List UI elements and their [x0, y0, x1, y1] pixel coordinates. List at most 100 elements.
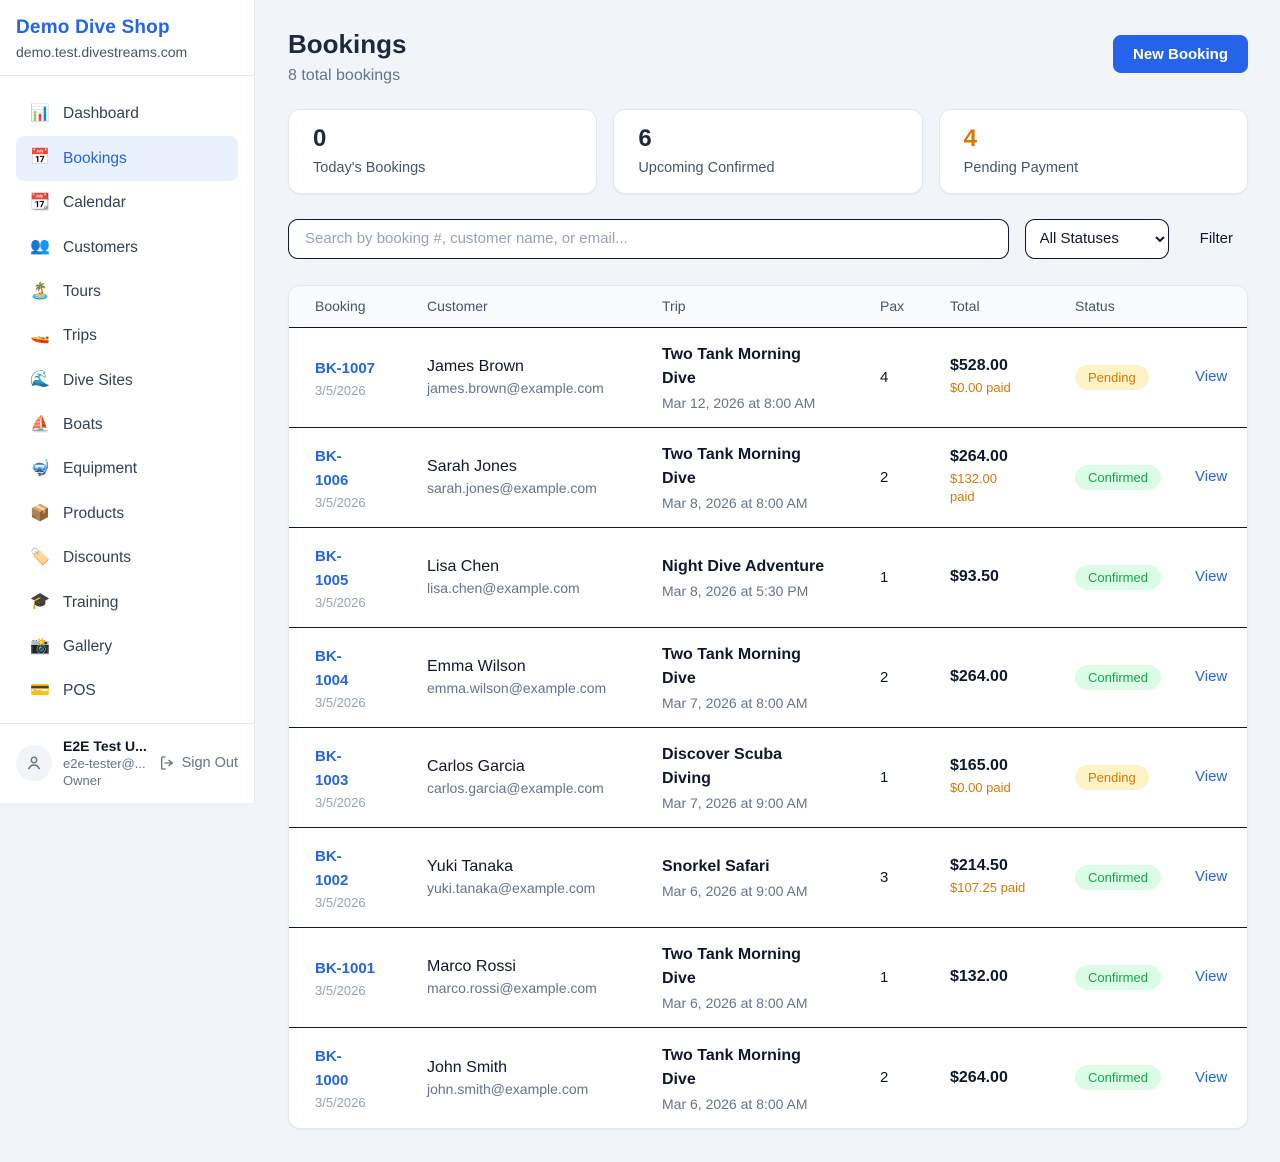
- table-row: BK-1007 3/5/2026 James Brown james.brown…: [289, 328, 1247, 428]
- booking-cell: BK-1003 3/5/2026: [315, 745, 427, 810]
- table-row: BK-1001 3/5/2026 Marco Rossi marco.rossi…: [289, 928, 1247, 1028]
- sidebar-item-dashboard[interactable]: 📊 Dashboard: [16, 92, 238, 136]
- customer-name: Sarah Jones: [427, 458, 662, 476]
- view-link[interactable]: View: [1195, 468, 1227, 485]
- graduation-cap-icon: 🎓: [30, 591, 50, 613]
- stat-value: 0: [313, 125, 572, 154]
- customer-cell: Lisa Chen lisa.chen@example.com: [427, 558, 662, 596]
- stats-row: 0 Today's Bookings 6 Upcoming Confirmed …: [288, 109, 1248, 194]
- person-icon: [25, 754, 43, 772]
- trip-cell: Night Dive Adventure Mar 8, 2026 at 5:30…: [662, 555, 880, 599]
- status-badge: Confirmed: [1075, 865, 1161, 890]
- booking-date: 3/5/2026: [315, 383, 427, 398]
- paid-amount: $0.00 paid: [950, 779, 1075, 798]
- total-cell: $165.00 $0.00 paid: [950, 757, 1075, 798]
- view-link[interactable]: View: [1195, 1069, 1227, 1086]
- column-header-pax: Pax: [880, 298, 950, 314]
- pax-cell: 2: [880, 469, 950, 486]
- search-input[interactable]: [288, 219, 1009, 259]
- booking-cell: BK-1000 3/5/2026: [315, 1045, 427, 1110]
- bookings-table: BookingCustomerTripPaxTotalStatus BK-100…: [288, 285, 1248, 1129]
- view-link[interactable]: View: [1195, 968, 1227, 985]
- pax-cell: 1: [880, 569, 950, 586]
- sidebar-item-trips[interactable]: 🚤 Trips: [16, 314, 238, 358]
- page-title-block: Bookings 8 total bookings: [288, 30, 406, 85]
- credit-card-icon: 💳: [30, 680, 50, 702]
- sidebar-item-customers[interactable]: 👥 Customers: [16, 225, 238, 269]
- sidebar-item-calendar[interactable]: 📆 Calendar: [16, 181, 238, 225]
- booking-id-link[interactable]: BK-1003: [315, 745, 357, 793]
- status-filter-select[interactable]: All Statuses: [1025, 219, 1169, 259]
- view-cell: View: [1195, 968, 1231, 986]
- booking-id-link[interactable]: BK-1001: [315, 957, 375, 981]
- trip-datetime: Mar 6, 2026 at 8:00 AM: [662, 1096, 880, 1112]
- tag-icon: 🏷️: [30, 547, 50, 569]
- status-badge: Pending: [1075, 765, 1149, 790]
- table-row: BK-1005 3/5/2026 Lisa Chen lisa.chen@exa…: [289, 528, 1247, 628]
- total-cell: $214.50 $107.25 paid: [950, 857, 1075, 898]
- sign-out-label: Sign Out: [182, 755, 238, 771]
- trip-cell: Two Tank Morning Dive Mar 12, 2026 at 8:…: [662, 343, 880, 411]
- sidebar-user-section: E2E Test U... e2e-tester@... Owner Sign …: [0, 723, 254, 803]
- trip-cell: Discover Scuba Diving Mar 7, 2026 at 9:0…: [662, 743, 880, 811]
- trip-datetime: Mar 7, 2026 at 9:00 AM: [662, 795, 880, 811]
- table-row: BK-1004 3/5/2026 Emma Wilson emma.wilson…: [289, 628, 1247, 728]
- stat-card-upcoming-confirmed: 6 Upcoming Confirmed: [613, 109, 922, 194]
- status-cell: Confirmed: [1075, 965, 1195, 990]
- view-link[interactable]: View: [1195, 368, 1227, 385]
- view-link[interactable]: View: [1195, 768, 1227, 785]
- page-title: Bookings: [288, 30, 406, 60]
- bar-chart-icon: 📊: [30, 103, 50, 125]
- booking-id-link[interactable]: BK-1007: [315, 357, 375, 381]
- booking-id-link[interactable]: BK-1000: [315, 1045, 357, 1093]
- sidebar-header: Demo Dive Shop demo.test.divestreams.com: [0, 0, 254, 76]
- booking-id-link[interactable]: BK-1006: [315, 445, 357, 493]
- trip-datetime: Mar 7, 2026 at 8:00 AM: [662, 695, 880, 711]
- total-amount: $264.00: [950, 668, 1075, 686]
- sidebar-item-tours[interactable]: 🏝️ Tours: [16, 270, 238, 314]
- booking-id-link[interactable]: BK-1005: [315, 545, 357, 593]
- sidebar-item-discounts[interactable]: 🏷️ Discounts: [16, 536, 238, 580]
- sidebar-item-equipment[interactable]: 🤿 Equipment: [16, 447, 238, 491]
- sign-out-button[interactable]: Sign Out: [159, 755, 238, 771]
- trip-name: Night Dive Adventure: [662, 555, 834, 579]
- booking-date: 3/5/2026: [315, 595, 427, 610]
- status-cell: Pending: [1075, 365, 1195, 390]
- view-link[interactable]: View: [1195, 668, 1227, 685]
- shop-domain: demo.test.divestreams.com: [16, 44, 238, 60]
- paid-amount: $0.00 paid: [950, 379, 1075, 398]
- customer-email: john.smith@example.com: [427, 1081, 662, 1097]
- trip-cell: Two Tank Morning Dive Mar 7, 2026 at 8:0…: [662, 643, 880, 711]
- new-booking-button[interactable]: New Booking: [1113, 35, 1248, 73]
- status-cell: Confirmed: [1075, 865, 1195, 890]
- sidebar-item-training[interactable]: 🎓 Training: [16, 580, 238, 624]
- sidebar-item-bookings[interactable]: 📅 Bookings: [16, 136, 238, 180]
- trip-datetime: Mar 8, 2026 at 8:00 AM: [662, 495, 880, 511]
- package-icon: 📦: [30, 503, 50, 525]
- view-link[interactable]: View: [1195, 868, 1227, 885]
- customer-cell: Yuki Tanaka yuki.tanaka@example.com: [427, 858, 662, 896]
- status-cell: Confirmed: [1075, 465, 1195, 490]
- sidebar-item-pos[interactable]: 💳 POS: [16, 669, 238, 713]
- pax-cell: 3: [880, 869, 950, 886]
- sidebar-item-dive-sites[interactable]: 🌊 Dive Sites: [16, 358, 238, 402]
- filter-row: All Statuses Filter: [288, 219, 1248, 259]
- booking-date: 3/5/2026: [315, 495, 427, 510]
- sidebar-item-products[interactable]: 📦 Products: [16, 492, 238, 536]
- customer-name: Emma Wilson: [427, 658, 662, 676]
- booking-date: 3/5/2026: [315, 1095, 427, 1110]
- customer-cell: John Smith john.smith@example.com: [427, 1059, 662, 1097]
- status-badge: Pending: [1075, 365, 1149, 390]
- sidebar-item-boats[interactable]: ⛵ Boats: [16, 403, 238, 447]
- booking-cell: BK-1001 3/5/2026: [315, 957, 427, 998]
- booking-id-link[interactable]: BK-1002: [315, 845, 357, 893]
- app-root: Demo Dive Shop demo.test.divestreams.com…: [0, 0, 1280, 1159]
- sidebar-item-gallery[interactable]: 📸 Gallery: [16, 625, 238, 669]
- filter-button[interactable]: Filter: [1185, 230, 1248, 247]
- stat-label: Today's Bookings: [313, 160, 572, 176]
- status-cell: Confirmed: [1075, 1065, 1195, 1090]
- total-cell: $132.00: [950, 968, 1075, 986]
- view-link[interactable]: View: [1195, 568, 1227, 585]
- total-bookings-count: 8 total bookings: [288, 67, 406, 85]
- booking-id-link[interactable]: BK-1004: [315, 645, 357, 693]
